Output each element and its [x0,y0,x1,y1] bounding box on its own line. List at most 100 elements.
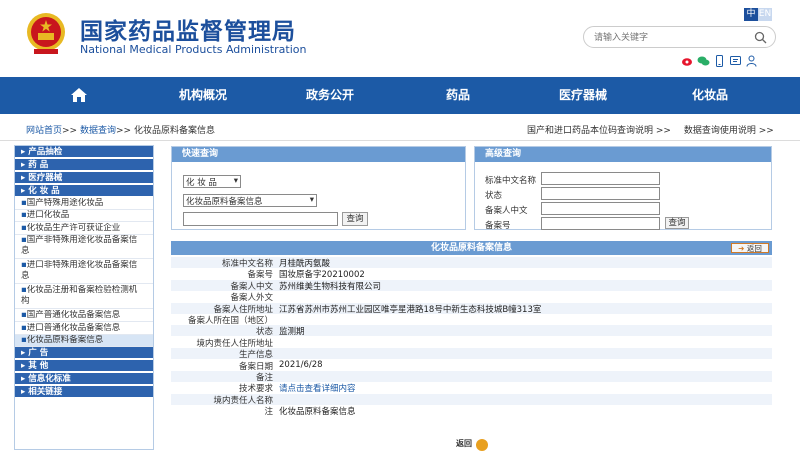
detail-value: 苏州维美生物科技有限公司 [279,281,382,292]
detail-title: 化妆品原料备案信息 [171,241,772,255]
detail-row: 技术要求 请点击查看详细内容 [171,382,772,394]
quick-query-title: 快速查询 [172,147,465,162]
field-label-name: 标准中文名称 [485,176,537,186]
advanced-query-button[interactable]: 查询 [665,217,689,229]
sidebar-item-6[interactable]: ▪化妆品生产许可获证企业 [15,223,153,235]
sidebar-category-16[interactable]: ▸ 相关链接 [15,386,153,399]
help-links: 国产和进口药品本位码查询说明 >> 数据查询使用说明 >> [527,123,784,136]
svg-text:返回: 返回 [456,438,472,448]
weibo-icon[interactable] [681,55,694,67]
breadcrumb: 网站首页>> 数据查询>> 化妆品原料备案信息 [26,126,215,136]
nav-item-medical-devices[interactable]: 医疗器械 [559,77,607,114]
search-icon[interactable] [754,31,767,44]
detail-row: 备案人外文 [171,291,772,303]
sidebar-category-13[interactable]: ▸ 广 告 [15,347,153,360]
sidebar-item-11[interactable]: ▪进口普通化妆品备案信息 [15,323,153,335]
sidebar-item-8[interactable]: ▪进口非特殊用途化妆品备案信息 [15,260,153,285]
detail-row: 备案日期 2021/6/28 [171,360,772,372]
site-header: 国家药品监督管理局 National Medical Products Admi… [0,0,800,76]
user-icon[interactable] [745,55,758,67]
detail-row: 备注 [171,371,772,383]
sidebar-item-4[interactable]: ▪国产特殊用途化妆品 [15,198,153,210]
detail-value: 化妆品原料备案信息 [279,407,356,418]
breadcrumb-data-query[interactable]: 数据查询 [80,126,116,136]
advanced-query-panel: 高级查询 标准中文名称 状态 备案人中文 备案号 查询 [474,146,772,231]
detail-row: 备案号 国妆原备字20210002 [171,268,772,281]
breadcrumb-current: 化妆品原料备案信息 [133,126,215,136]
name-input[interactable] [541,172,660,185]
detail-row: 备案人住所地址 江苏省苏州市苏州工业园区唯亭星港路18号中新生态科技城B幢313室 [171,302,772,315]
nav-item-gov-affairs[interactable]: 政务公开 [306,77,354,114]
sidebar-category-3[interactable]: ▸ 化 妆 品 [15,185,153,197]
sidebar-category-0[interactable]: ▸ 产品抽检 [15,146,153,158]
tech-requirements-link[interactable]: 请点击查看详细内容 [279,382,356,394]
lang-zh-button[interactable]: 中 [744,8,758,21]
status-input[interactable] [541,187,660,200]
language-switch: 中 EN [744,8,772,21]
site-title-cn: 国家药品监督管理局 [80,19,296,45]
divider [0,140,800,141]
record-no-input[interactable] [541,217,660,230]
field-label-registrant: 备案人中文 [485,206,528,216]
wechat-icon[interactable] [697,55,710,67]
drug-code-help-link[interactable]: 国产和进口药品本位码查询说明 >> [527,126,671,136]
sidebar-item-12[interactable]: ▪化妆品原料备案信息 [15,335,153,347]
sidebar-item-7[interactable]: ▪国产非特殊用途化妆品备案信息 [15,235,153,260]
nav-item-drugs[interactable]: 药品 [446,77,470,114]
advanced-query-title: 高级查询 [475,147,771,162]
detail-value: 监测期 [279,327,305,338]
social-links [681,55,758,67]
detail-key: 备案号 [247,270,273,281]
detail-row: 备案人中文 苏州维美生物科技有限公司 [171,279,772,292]
detail-key: 境内责任人名称 [213,395,273,406]
sidebar-item-10[interactable]: ▪国产普通化妆品备案信息 [15,310,153,323]
lang-en-button[interactable]: EN [758,8,772,21]
back-button-bottom[interactable]: 返回 [455,435,489,451]
detail-row: 生产信息 [171,348,772,361]
national-emblem-icon [27,13,65,54]
detail-key: 标准中文名称 [221,259,273,269]
registrant-input[interactable] [541,202,660,215]
sidebar-category-1[interactable]: ▸ 药 品 [15,159,153,171]
sidebar: ▸ 产品抽检 ▸ 药 品 ▸ 医疗器械 ▸ 化 妆 品 ▪国产特殊用途化妆品 ▪进口化妆品… [14,145,154,450]
field-label-record-no: 备案号 [485,221,511,231]
nav-item-cosmetics[interactable]: 化妆品 [692,77,728,114]
detail-key: 备案人所在国（地区） [187,316,273,326]
sidebar-item-9[interactable]: ▪化妆品注册和备案检验检测机构 [15,285,153,310]
sidebar-category-15[interactable]: ▸ 信息化标准 [15,373,153,386]
detail-key: 注 [264,407,273,418]
sidebar-category-14[interactable]: ▸ 其 他 [15,360,153,373]
sidebar-category-2[interactable]: ▸ 医疗器械 [15,172,153,184]
quick-query-input[interactable] [183,212,338,226]
detail-key: 备注 [255,373,273,383]
database-select[interactable]: 化妆品原料备案信息 ▾ [183,194,317,207]
search-input[interactable] [594,30,744,45]
field-label-status: 状态 [485,191,503,201]
detail-key: 生产信息 [238,350,273,361]
detail-key: 备案人住所地址 [213,304,273,315]
nav-item-about[interactable]: 机构概况 [179,77,227,114]
sidebar-item-5[interactable]: ▪进口化妆品 [15,210,153,223]
quick-query-button[interactable]: 查询 [342,212,368,226]
quick-query-panel: 快速查询 化 妆 品 ▾ 化妆品原料备案信息 ▾ 查询 [171,146,466,230]
arrow-right-icon: ➜ [738,244,745,253]
chevron-down-icon: ▾ [233,176,238,186]
detail-key: 备案日期 [238,361,273,372]
detail-row: 境内责任人住所地址 [171,337,772,349]
main-nav: 机构概况 政务公开 药品 医疗器械 化妆品 [0,77,800,114]
detail-key: 备案人中文 [230,281,273,292]
breadcrumb-home[interactable]: 网站首页 [26,126,62,136]
detail-value: 江苏省苏州市苏州工业园区唯亭星港路18号中新生态科技城B幢313室 [279,304,542,315]
message-icon[interactable] [729,55,742,67]
back-button-top[interactable]: ➜ 返回 [731,243,769,253]
home-icon[interactable] [70,87,88,103]
detail-value: 月桂酰丙氨酸 [279,259,331,269]
detail-row: 境内责任人名称 [171,393,772,406]
category-select[interactable]: 化 妆 品 ▾ [183,175,241,188]
usage-help-link[interactable]: 数据查询使用说明 >> [684,126,774,136]
site-search [583,26,776,48]
mobile-icon[interactable] [713,55,726,67]
detail-row: 备案人所在国（地区） [171,314,772,326]
site-title-en: National Medical Products Administration [80,43,307,56]
chevron-down-icon: ▾ [309,195,314,205]
